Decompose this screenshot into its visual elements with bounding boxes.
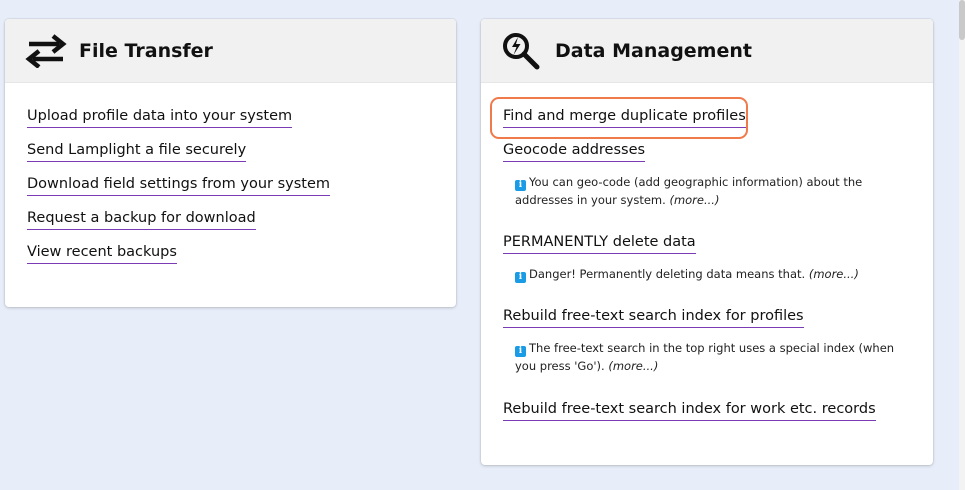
delete-info-line1: Danger! Permanently deleting data means … (529, 267, 806, 281)
request-backup-link[interactable]: Request a backup for download (27, 209, 256, 230)
file-transfer-links: Upload profile data into your system Sen… (5, 83, 456, 275)
rebuild-profiles-index-link[interactable]: Rebuild free-text search index for profi… (503, 307, 804, 328)
delete-info: i Danger! Permanently deleting data means… (515, 265, 859, 283)
view-recent-backups-link[interactable]: View recent backups (27, 243, 177, 264)
geocode-addresses-link[interactable]: Geocode addresses (503, 141, 646, 162)
permanently-delete-link[interactable]: PERMANENTLY delete data (503, 233, 696, 254)
delete-more-link[interactable]: (more...) (809, 267, 859, 281)
find-merge-duplicates-link[interactable]: Find and merge duplicate profiles (503, 107, 746, 128)
download-field-settings-link[interactable]: Download field settings from your system (27, 175, 330, 196)
data-management-header: Data Management (481, 19, 933, 83)
rebuild-more-link[interactable]: (more...) (608, 359, 658, 373)
rebuild-records-index-link[interactable]: Rebuild free-text search index for work … (503, 400, 876, 421)
info-icon: i (515, 180, 526, 191)
send-file-securely-link[interactable]: Send Lamplight a file securely (27, 141, 247, 162)
file-transfer-title: File Transfer (79, 39, 213, 62)
rebuild-info: i The free-text search in the top right u… (515, 339, 894, 375)
scrollbar-thumb[interactable] (959, 0, 965, 40)
data-management-card: Data Management Find and merge duplicate… (481, 19, 933, 465)
geocode-info-line2: addresses in your system. (515, 193, 666, 207)
upload-profile-data-link[interactable]: Upload profile data into your system (27, 107, 293, 128)
rebuild-info-line2: you press 'Go'). (515, 359, 605, 373)
page-scrollbar[interactable] (959, 0, 965, 490)
data-management-title: Data Management (555, 39, 752, 62)
rebuild-info-line1: The free-text search in the top right us… (529, 341, 895, 355)
geocode-more-link[interactable]: (more...) (669, 193, 719, 207)
file-transfer-card: File Transfer Upload profile data into y… (5, 19, 456, 307)
info-icon: i (515, 272, 526, 283)
transfer-arrows-icon (25, 31, 69, 71)
geocode-info: i You can geo-code (add geographic inform… (515, 173, 862, 209)
file-transfer-header: File Transfer (5, 19, 456, 83)
info-icon: i (515, 346, 526, 357)
geocode-info-line1: You can geo-code (add geographic informa… (529, 175, 863, 189)
search-lightning-icon (501, 31, 545, 71)
